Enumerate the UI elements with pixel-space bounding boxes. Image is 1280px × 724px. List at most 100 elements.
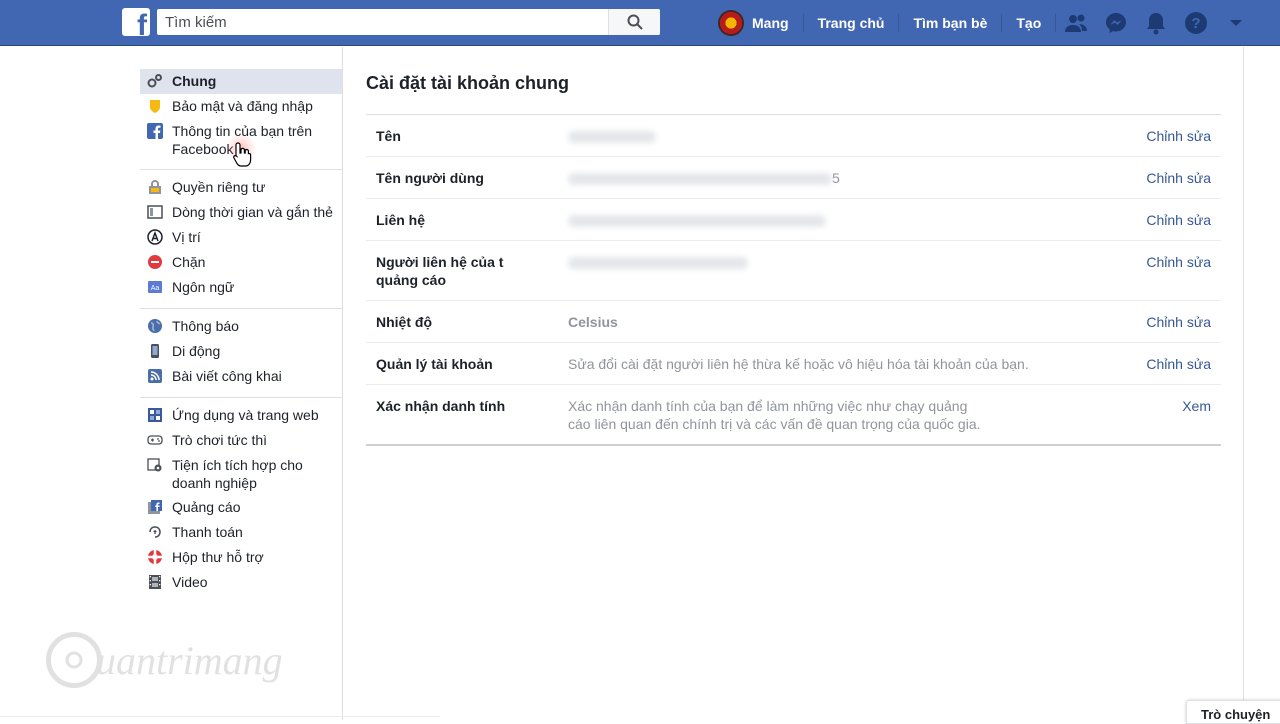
sidebar-item-label: Di động <box>172 343 221 359</box>
row-value: Celsius <box>568 314 618 330</box>
block-icon <box>146 253 164 271</box>
settings-row-manage-account[interactable]: Quản lý tài khoản Sửa đổi cài đặt người … <box>366 343 1221 385</box>
row-label: Tên người dùng <box>376 170 484 186</box>
blurred-value <box>568 131 656 144</box>
sidebar-item-label: Thông tin của bạn trên Facebook <box>172 123 313 157</box>
sidebar-item-video[interactable]: Video <box>140 570 342 595</box>
create-link[interactable]: Tạo <box>1002 0 1055 46</box>
sidebar-item-business-integrations[interactable]: Tiện ích tích hợp cho doanh nghiệp <box>140 453 342 495</box>
sidebar-item-language[interactable]: Aa Ngôn ngữ <box>140 275 342 300</box>
sidebar-item-payments[interactable]: Thanh toán <box>140 520 342 545</box>
row-value: Xác nhận danh tính của bạn để làm những … <box>568 398 981 432</box>
sidebar-item-label: Quyền riêng tư <box>172 179 266 195</box>
sidebar-group: Thông báo Di động Bài viết công khai <box>140 309 342 398</box>
sidebar-item-instant-games[interactable]: Trò chơi tức thì <box>140 428 342 453</box>
gear-icon <box>146 72 164 90</box>
globe-icon <box>146 317 164 335</box>
search-icon <box>627 14 643 30</box>
view-identity-link[interactable]: Xem <box>1121 397 1211 433</box>
blurred-value <box>568 257 748 270</box>
edit-username-link[interactable]: Chỉnh sửa <box>1121 169 1211 187</box>
shield-icon <box>146 97 164 115</box>
apps-icon <box>146 406 164 424</box>
sidebar-item-blocking[interactable]: Chặn <box>140 250 342 275</box>
edit-temperature-link[interactable]: Chỉnh sửa <box>1121 313 1211 331</box>
sidebar-item-label: Bài viết công khai <box>172 368 282 384</box>
page-title: Cài đặt tài khoản chung <box>366 47 1221 115</box>
friend-requests-button[interactable] <box>1056 0 1096 46</box>
settings-row-identity-confirmation[interactable]: Xác nhận danh tính Xác nhận danh tính củ… <box>366 385 1221 446</box>
edit-name-link[interactable]: Chỉnh sửa <box>1121 127 1211 145</box>
edit-contact-link[interactable]: Chỉnh sửa <box>1121 211 1211 229</box>
settings-row-temperature[interactable]: Nhiệt độ Celsius Chỉnh sửa <box>366 301 1221 343</box>
profile-link[interactable]: Mang <box>752 0 803 46</box>
watermark-text: uantrimang <box>96 637 283 683</box>
avatar[interactable] <box>718 10 744 36</box>
sidebar-item-ads[interactable]: Quảng cáo <box>140 495 342 520</box>
sidebar-item-general[interactable]: Chung <box>140 69 342 94</box>
sidebar-item-label: Ứng dụng và trang web <box>172 407 319 423</box>
help-button[interactable]: ? <box>1176 0 1216 46</box>
chat-tab[interactable]: Trò chuyện <box>1186 700 1280 724</box>
row-label-line1: Người liên hệ của t <box>376 254 504 270</box>
sidebar-item-label: Tiện ích tích hợp cho doanh nghiệp <box>172 457 303 491</box>
sidebar-item-label: Chặn <box>172 254 206 270</box>
settings-row-ad-contact[interactable]: Người liên hệ của t quảng cáo Chỉnh sửa <box>366 241 1221 301</box>
lifebuoy-icon <box>146 548 164 566</box>
sidebar-group: Quyền riêng tư Dòng thời gian và gắn thẻ… <box>140 170 342 309</box>
sidebar-item-label: Chung <box>172 73 217 89</box>
settings-row-username[interactable]: Tên người dùng 5 Chỉnh sửa <box>366 157 1221 199</box>
home-link[interactable]: Trang chủ <box>804 0 899 46</box>
sidebar-divider <box>342 47 343 720</box>
sidebar-item-privacy[interactable]: Quyền riêng tư <box>140 175 342 200</box>
row-value: 5 <box>568 169 1121 187</box>
search-input[interactable] <box>157 9 609 35</box>
row-label-line2: quảng cáo <box>376 272 447 288</box>
search-button[interactable] <box>608 9 660 35</box>
sidebar-item-notifications[interactable]: Thông báo <box>140 314 342 339</box>
sidebar-item-location[interactable]: Vị trí <box>140 225 342 250</box>
sidebar-item-public-posts[interactable]: Bài viết công khai <box>140 364 342 389</box>
settings-row-contact[interactable]: Liên hệ Chỉnh sửa <box>366 199 1221 241</box>
account-menu-button[interactable] <box>1216 0 1256 46</box>
settings-row-name[interactable]: Tên Chỉnh sửa <box>366 115 1221 157</box>
messenger-button[interactable] <box>1096 0 1136 46</box>
row-label: Nhiệt độ <box>376 314 432 330</box>
svg-text:?: ? <box>1192 15 1201 32</box>
row-value: Sửa đổi cài đặt người liên hệ thừa kế ho… <box>568 356 1029 372</box>
chevron-down-icon <box>1230 20 1243 26</box>
row-value <box>568 127 1121 145</box>
sidebar-item-timeline[interactable]: Dòng thời gian và gắn thẻ <box>140 200 342 225</box>
bottom-divider <box>0 716 440 717</box>
messenger-icon <box>1106 13 1127 33</box>
edit-ad-contact-link[interactable]: Chỉnh sửa <box>1121 253 1211 289</box>
gamepad-icon <box>146 431 164 449</box>
sidebar-item-mobile[interactable]: Di động <box>140 339 342 364</box>
sidebar-item-label: Dòng thời gian và gắn thẻ <box>172 204 333 220</box>
blurred-value <box>568 215 826 228</box>
sidebar-item-apps[interactable]: Ứng dụng và trang web <box>140 403 342 428</box>
sidebar-item-label: Vị trí <box>172 229 201 245</box>
row-value <box>568 253 1121 289</box>
watermark-logo-icon <box>46 632 102 688</box>
svg-text:Aa: Aa <box>151 285 160 292</box>
lock-icon <box>146 178 164 196</box>
sidebar-item-label: Hộp thư hỗ trợ <box>172 549 264 565</box>
question-icon: ? <box>1185 12 1208 34</box>
film-icon <box>146 573 164 591</box>
sidebar-item-support-inbox[interactable]: Hộp thư hỗ trợ <box>140 545 342 570</box>
bell-icon <box>1147 13 1166 35</box>
find-friends-link[interactable]: Tìm bạn bè <box>899 0 1001 46</box>
notifications-button[interactable] <box>1136 0 1176 46</box>
edit-manage-account-link[interactable]: Chỉnh sửa <box>1121 355 1211 373</box>
username-suffix: 5 <box>832 170 840 186</box>
sidebar-item-label: Ngôn ngữ <box>172 279 235 295</box>
watermark: uantrimang <box>46 632 283 688</box>
facebook-logo[interactable]: f <box>122 8 150 36</box>
ads-icon <box>146 498 164 516</box>
sidebar-item-security[interactable]: Bảo mật và đăng nhập <box>140 94 342 119</box>
payment-icon <box>146 523 164 541</box>
sidebar-item-label: Thanh toán <box>172 524 243 540</box>
rss-icon <box>146 367 164 385</box>
row-value <box>568 211 1121 229</box>
